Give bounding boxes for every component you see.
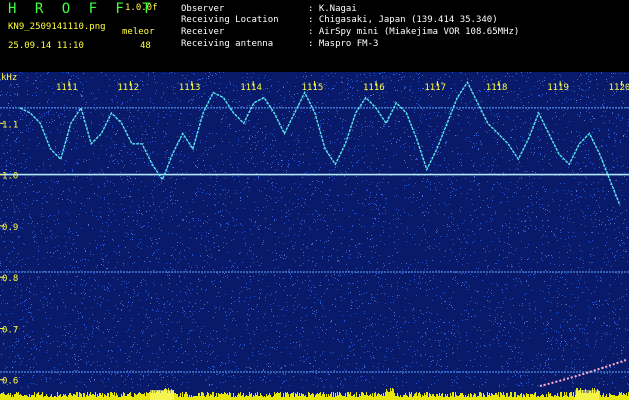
location-value: : Chigasaki, Japan (139.414 35.340) bbox=[308, 15, 498, 25]
x-tick-label: 1117 bbox=[424, 83, 446, 93]
x-tick-label: 1118 bbox=[486, 83, 508, 93]
receiver-label: Receiver bbox=[181, 27, 225, 37]
y-axis-unit-label: kHz bbox=[1, 73, 18, 83]
meleor-count: 48 bbox=[140, 41, 151, 51]
spectrogram-plot: 1111 1112 1113 1114 1115 1116 1117 1118 1119 1120… bbox=[0, 72, 629, 400]
version-label: 1.0.0f bbox=[125, 3, 158, 13]
filename-label: KN9_2509141110.png bbox=[8, 22, 106, 32]
x-tick-label: 1113 bbox=[179, 83, 201, 93]
observer-value: : K.Nagai bbox=[308, 4, 357, 14]
y-tick-label: 0.9 bbox=[2, 223, 18, 233]
y-tick-label: 0.7 bbox=[2, 325, 18, 335]
receiver-value: : AirSpy mini (Miakejima VOR 108.65MHz) bbox=[308, 27, 520, 37]
y-tick-label: 0.6 bbox=[2, 377, 18, 387]
x-tick-label: 1112 bbox=[117, 83, 139, 93]
y-tick-label: 1.1 bbox=[2, 120, 18, 130]
x-tick-label: 1120 bbox=[609, 83, 629, 93]
datetime-label: 25.09.14 11:10 bbox=[8, 41, 84, 51]
x-tick-label: 1111 bbox=[56, 83, 78, 93]
antenna-label: Receiving antenna bbox=[181, 39, 274, 49]
x-tick-label: 1115 bbox=[302, 83, 324, 93]
y-tick-label: 0.8 bbox=[2, 274, 18, 284]
signal-burst bbox=[150, 390, 174, 400]
signal-burst bbox=[575, 390, 599, 400]
observer-label: Observer bbox=[181, 4, 225, 14]
antenna-value: : Maspro FM-3 bbox=[308, 39, 379, 49]
meleor-label: meleor bbox=[122, 27, 155, 37]
spectrogram-background bbox=[0, 72, 629, 400]
location-label: Receiving Location bbox=[181, 15, 279, 25]
y-tick-label: 1.0 bbox=[2, 172, 18, 182]
header-panel: H R O F F T 1.0.0f KN9_2509141110.png me… bbox=[0, 0, 629, 72]
x-tick-label: 1119 bbox=[547, 83, 569, 93]
x-tick-label: 1114 bbox=[240, 83, 262, 93]
x-tick-label: 1116 bbox=[363, 83, 385, 93]
